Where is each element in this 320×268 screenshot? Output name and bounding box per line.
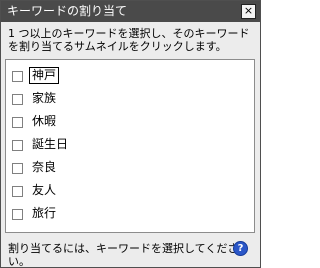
close-icon[interactable]: × (241, 4, 256, 19)
keyword-label: 旅行 (32, 206, 57, 220)
keyword-label: 神戸 (29, 67, 60, 84)
window-title: キーワードの割り当て (7, 4, 128, 18)
keyword-assign-dialog: キーワードの割り当て × 1 つ以上のキーワードを選択し、そのキーワードを割り当… (0, 0, 261, 268)
keyword-checkbox[interactable] (12, 163, 23, 174)
keyword-label: 休暇 (32, 114, 57, 128)
keyword-item-birthday[interactable]: 誕生日 (6, 134, 254, 156)
help-icon[interactable]: ? (233, 241, 248, 256)
keyword-label: 誕生日 (32, 137, 69, 151)
keyword-checkbox[interactable] (12, 140, 23, 151)
title-bar: キーワードの割り当て × (1, 1, 260, 22)
keyword-checkbox[interactable] (12, 186, 23, 197)
keyword-checkbox[interactable] (12, 117, 23, 128)
keyword-label: 奈良 (32, 160, 57, 174)
keyword-item-friends[interactable]: 友人 (6, 180, 254, 202)
keyword-label: 家族 (32, 91, 57, 105)
keyword-item-travel[interactable]: 旅行 (6, 203, 254, 225)
instruction-text: 1 つ以上のキーワードを選択し、そのキーワードを割り当てるサムネイルをクリックし… (8, 27, 250, 53)
keyword-item-nara[interactable]: 奈良 (6, 157, 254, 179)
keyword-checkbox[interactable] (12, 71, 23, 82)
status-text: 割り当てるには、キーワードを選択してください。 (8, 242, 239, 268)
keyword-list: 神戸 家族 休暇 誕生日 奈良 友人 旅行 (5, 59, 255, 233)
keyword-item-family[interactable]: 家族 (6, 88, 254, 110)
keyword-item-vacation[interactable]: 休暇 (6, 111, 254, 133)
keyword-label: 友人 (32, 183, 57, 197)
keyword-checkbox[interactable] (12, 94, 23, 105)
keyword-checkbox[interactable] (12, 209, 23, 220)
keyword-item-kobe[interactable]: 神戸 (6, 65, 254, 87)
